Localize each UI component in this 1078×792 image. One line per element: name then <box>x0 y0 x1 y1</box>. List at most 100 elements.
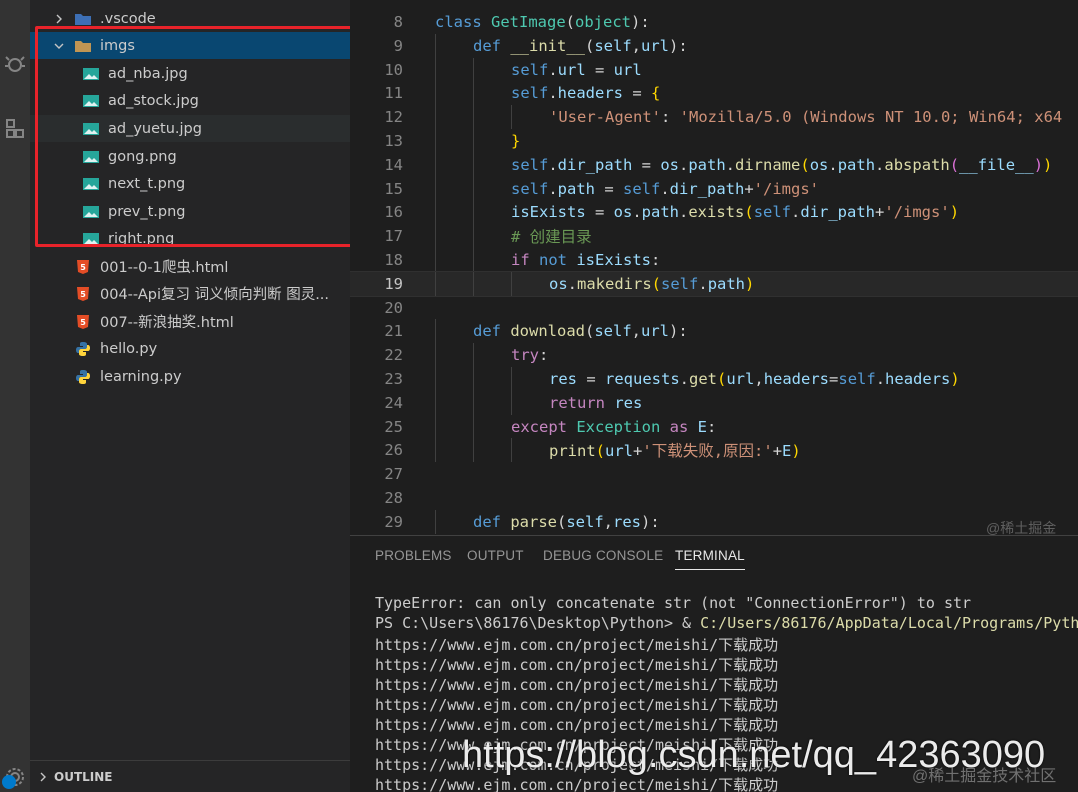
code-text: os.makedirs(self.path) <box>549 275 754 293</box>
debug-icon[interactable] <box>0 52 30 76</box>
code-line[interactable]: 25 except Exception as E: <box>350 414 1078 439</box>
code-token: ( <box>557 512 567 531</box>
tree-file-ad-nba[interactable]: ad_nba.jpg <box>30 60 350 87</box>
terminal-output-line: https://www.ejm.com.cn/project/meishi/下载… <box>375 716 779 734</box>
code-token: . <box>725 155 736 174</box>
code-token: url <box>605 442 634 461</box>
code-token: res <box>614 393 643 412</box>
code-line[interactable]: 10 self.url = url <box>350 57 1078 82</box>
image-file-icon <box>82 149 100 165</box>
code-token: os <box>660 155 679 174</box>
html5-file-icon: 5 <box>74 286 92 302</box>
indent-guide <box>435 414 436 439</box>
code-line[interactable]: 22 try: <box>350 343 1078 368</box>
image-file-icon <box>82 66 100 82</box>
code-text: self.url = url <box>511 61 642 79</box>
code-token: self <box>594 36 632 55</box>
code-line[interactable]: 24 return res <box>350 390 1078 415</box>
line-number: 16 <box>384 203 403 222</box>
tree-file-learning-py[interactable]: learning.py <box>30 363 350 390</box>
code-token: os <box>809 155 829 174</box>
terminal-output-line: https://www.ejm.com.cn/project/meishi/下载… <box>375 676 779 694</box>
code-editor[interactable]: 8 class GetImage(object): 9 def __init__(se… <box>350 0 1078 535</box>
code-line[interactable]: 23 res = requests.get(url,headers=self.he… <box>350 367 1078 391</box>
extensions-icon[interactable] <box>0 116 30 142</box>
code-line[interactable]: 13} <box>350 129 1078 153</box>
code-line[interactable]: 26 print(url+'下载失败,原因:'+E) <box>350 438 1078 463</box>
tree-file-html-004[interactable]: 5 004--Api复习 词义倾向判断 图灵... <box>30 280 350 307</box>
image-file-icon <box>82 121 100 137</box>
indent-guide <box>435 129 436 153</box>
code-token: . <box>791 203 801 222</box>
code-line[interactable]: 8 class GetImage(object): <box>350 10 1078 34</box>
line-number: 12 <box>384 108 403 127</box>
code-token: : <box>650 251 661 269</box>
code-token: self <box>623 179 661 198</box>
tree-file-right[interactable]: right.png <box>30 225 350 252</box>
code-token: url <box>641 322 669 341</box>
code-line[interactable]: 12 'User-Agent': 'Mozilla/5.0 (Windows NT… <box>350 105 1078 130</box>
juejin-watermark-small: @稀土掘金 <box>986 520 1057 536</box>
code-line[interactable]: 15 self.path = self.dir_path+'/imgs' <box>350 176 1078 201</box>
line-number: 13 <box>384 132 403 150</box>
code-token: 'Mozilla/5.0 (Windows NT 10.0; Win64; x6… <box>679 108 1063 127</box>
tree-file-ad-stock[interactable]: ad_stock.jpg <box>30 87 350 114</box>
code-line[interactable]: 11 self.headers = { <box>350 81 1078 106</box>
code-token: = <box>595 179 623 198</box>
tree-folder-vscode[interactable]: .vscode <box>30 5 350 32</box>
code-line[interactable]: 20 <box>350 296 1078 320</box>
tree-file-prev-t[interactable]: prev_t.png <box>30 198 350 225</box>
line-number: 26 <box>384 441 403 460</box>
indent-guide <box>435 81 436 106</box>
code-token: isExists <box>511 203 586 222</box>
tab-problems[interactable]: PROBLEMS <box>375 548 452 563</box>
svg-text:5: 5 <box>80 263 86 272</box>
code-line[interactable]: 27 <box>350 462 1078 486</box>
html5-file-icon: 5 <box>74 259 92 275</box>
line-number: 8 <box>393 13 403 31</box>
tab-debug-console[interactable]: DEBUG CONSOLE <box>543 548 663 563</box>
code-token: ( <box>651 274 662 293</box>
code-line[interactable]: 29 def parse(self,res): <box>350 509 1078 534</box>
indent-guide <box>473 200 474 225</box>
code-token: '/imgs' <box>753 179 819 198</box>
code-line[interactable]: 17 # 创建目录 <box>350 224 1078 249</box>
tree-file-html-001[interactable]: 5 001--0-1爬虫.html <box>30 253 350 280</box>
indent-guide <box>473 224 474 249</box>
code-token: : <box>539 346 549 365</box>
code-line[interactable]: 9 def __init__(self,url): <box>350 33 1078 58</box>
code-token: print <box>549 442 596 461</box>
terminal-output-line: https://www.ejm.com.cn/project/meishi/下载… <box>375 636 779 654</box>
code-token: parse <box>510 512 557 531</box>
code-line[interactable]: 18 if not isExists: <box>350 248 1078 272</box>
tree-folder-imgs[interactable]: imgs <box>30 32 350 59</box>
code-line[interactable]: 21 def download(self,url): <box>350 319 1078 344</box>
line-number: 22 <box>384 346 403 365</box>
code-token: os <box>549 274 568 293</box>
indent-guide <box>473 271 474 296</box>
code-token: url <box>641 36 669 55</box>
outline-section-header[interactable]: OUTLINE <box>30 760 350 792</box>
tab-terminal[interactable]: TERMINAL <box>675 548 745 570</box>
tree-item-label: hello.py <box>100 340 158 357</box>
tab-output[interactable]: OUTPUT <box>467 548 524 563</box>
code-line[interactable]: 19 os.makedirs(self.path) <box>350 270 1078 297</box>
indent-guide <box>435 271 436 296</box>
code-token: res <box>549 370 577 388</box>
code-text: # 创建目录 <box>511 225 592 247</box>
tree-file-html-007[interactable]: 5 007--新浪抽奖.html <box>30 308 350 335</box>
tree-file-hello-py[interactable]: hello.py <box>30 335 350 362</box>
code-line[interactable]: 14 self.dir_path = os.path.dirname(os.pat… <box>350 152 1078 177</box>
indent-guide <box>473 105 474 130</box>
tree-file-ad-yuetu[interactable]: ad_yuetu.jpg <box>30 115 350 142</box>
code-text: class GetImage(object): <box>435 13 650 31</box>
code-token: . <box>679 155 689 174</box>
code-line[interactable]: 28 <box>350 486 1078 510</box>
code-text: def download(self,url): <box>473 322 688 340</box>
code-token: os <box>613 203 633 222</box>
tree-file-gong[interactable]: gong.png <box>30 143 350 170</box>
code-line[interactable]: 16 isExists = os.path.exists(self.dir_pat… <box>350 200 1078 225</box>
tree-file-next-t[interactable]: next_t.png <box>30 170 350 197</box>
code-token: object <box>575 13 631 31</box>
image-file-icon <box>82 176 100 192</box>
